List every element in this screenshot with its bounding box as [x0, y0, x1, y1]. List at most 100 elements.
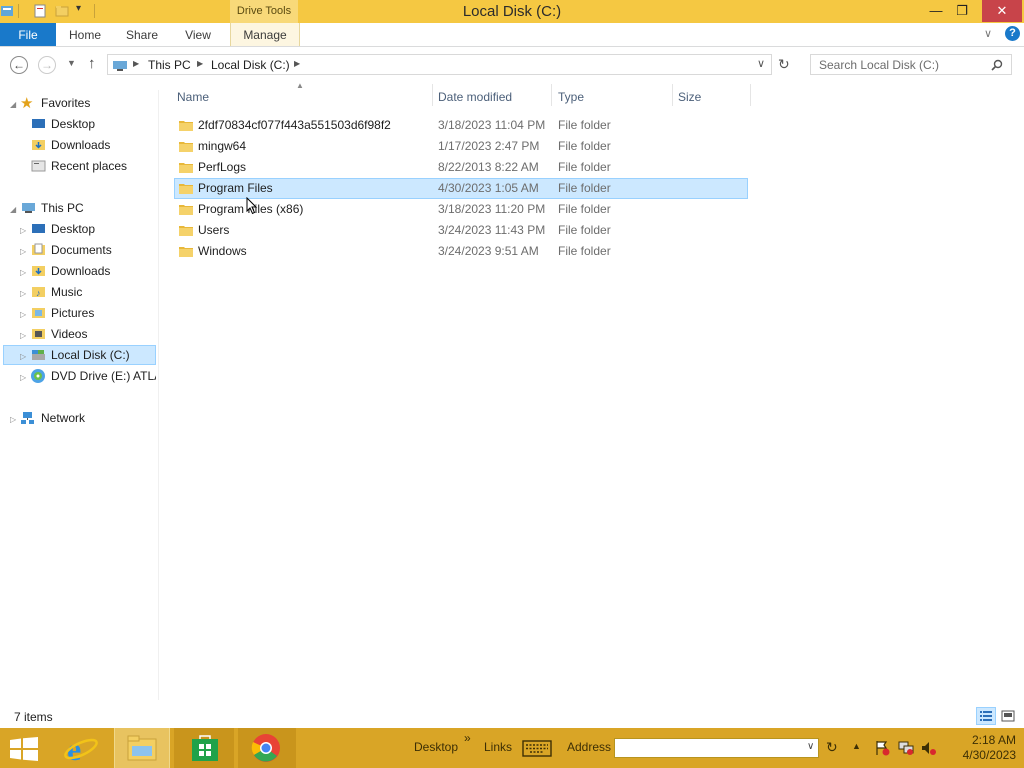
recent-locations-icon[interactable]: ▼	[67, 58, 76, 68]
taskbar-refresh-icon[interactable]: ↻	[826, 739, 838, 756]
collapsed-arrow-icon[interactable]: ▷	[20, 331, 26, 340]
collapsed-arrow-icon[interactable]: ▷	[20, 352, 26, 361]
collapsed-arrow-icon[interactable]: ▷	[20, 247, 26, 256]
column-header-type[interactable]: Type	[558, 90, 584, 105]
address-dropdown-icon[interactable]: ∨	[757, 57, 765, 70]
forward-button[interactable]: →	[38, 56, 56, 74]
tab-share[interactable]: Share	[114, 23, 170, 46]
clock-time: 2:18 AM	[971, 733, 1016, 747]
details-view-button[interactable]	[976, 707, 996, 725]
back-button[interactable]: ←	[10, 56, 28, 74]
minimize-button[interactable]: —	[922, 0, 950, 22]
show-hidden-icons-icon[interactable]: ▲	[852, 741, 861, 751]
file-type: File folder	[558, 202, 611, 216]
column-divider[interactable]	[432, 84, 433, 106]
close-button[interactable]: ✕	[982, 0, 1022, 22]
start-button-windows-icon[interactable]	[10, 737, 38, 761]
downloads-icon	[32, 266, 45, 276]
sidebar-pc-desktop[interactable]: Desktop	[51, 219, 95, 239]
tab-file[interactable]: File	[0, 23, 56, 46]
file-type: File folder	[558, 160, 611, 174]
sidebar-favorites[interactable]: Favorites	[41, 93, 90, 113]
window-title: Local Disk (C:)	[462, 3, 562, 20]
collapsed-arrow-icon[interactable]: ▷	[10, 415, 16, 424]
file-type: File folder	[558, 223, 611, 237]
sidebar-pc-downloads[interactable]: Downloads	[51, 261, 110, 281]
up-button[interactable]: ↑	[88, 55, 96, 72]
collapsed-arrow-icon[interactable]: ▷	[20, 268, 26, 277]
expand-arrow-icon[interactable]: ◢	[10, 205, 16, 214]
volume-muted-icon[interactable]	[921, 740, 937, 756]
folder-icon	[179, 247, 193, 257]
navigation-pane: ◢ ★ Favorites Desktop Downloads Recent p…	[0, 90, 159, 700]
file-row[interactable]: Program Files (x86) 3/18/2023 11:20 PM F…	[174, 199, 748, 220]
tab-manage[interactable]: Manage	[230, 23, 300, 46]
store-icon	[192, 735, 218, 761]
column-divider[interactable]	[750, 84, 751, 106]
column-header-size[interactable]: Size	[678, 90, 701, 105]
sidebar-favorites-downloads[interactable]: Downloads	[51, 135, 110, 155]
breadcrumb-this-pc[interactable]: This PC	[148, 58, 191, 72]
chevron-right-icon[interactable]: ▶	[133, 59, 139, 68]
taskbar-address-input[interactable]: ∨	[614, 738, 819, 758]
sidebar-pc-videos[interactable]: Videos	[51, 324, 87, 344]
sidebar-this-pc[interactable]: This PC	[41, 198, 84, 218]
sidebar-pc-local-disk[interactable]: Local Disk (C:)	[51, 345, 130, 365]
column-divider[interactable]	[551, 84, 552, 106]
restore-button[interactable]: ❐	[948, 0, 976, 22]
local-disk-icon	[32, 350, 45, 360]
chevron-right-icon[interactable]: ▶	[197, 59, 203, 68]
collapsed-arrow-icon[interactable]: ▷	[20, 373, 26, 382]
sidebar-pc-pictures[interactable]: Pictures	[51, 303, 94, 323]
tab-home[interactable]: Home	[56, 23, 114, 46]
chevron-down-icon[interactable]: ∨	[807, 741, 814, 752]
action-center-flag-icon[interactable]	[874, 740, 890, 756]
file-row[interactable]: PerfLogs 8/22/2013 8:22 AM File folder	[174, 157, 748, 178]
taskbar: e Desktop » Links Address ∨ ↻ ▲ 2:18 AM …	[0, 728, 1024, 768]
column-header-date-modified[interactable]: Date modified	[438, 90, 512, 105]
toolbar-chevron-icon[interactable]: »	[464, 731, 471, 745]
collapsed-arrow-icon[interactable]: ▷	[20, 310, 26, 319]
sidebar-favorites-recent-places[interactable]: Recent places	[51, 156, 127, 176]
taskbar-links-toolbar[interactable]: Links	[484, 740, 512, 754]
file-type: File folder	[558, 244, 611, 258]
file-row[interactable]: mingw64 1/17/2023 2:47 PM File folder	[174, 136, 748, 157]
sidebar-pc-dvd-drive[interactable]: DVD Drive (E:) ATLA	[51, 366, 156, 386]
file-row[interactable]: Users 3/24/2023 11:43 PM File folder	[174, 220, 748, 241]
taskbar-store[interactable]	[174, 728, 234, 768]
search-icon[interactable]	[991, 59, 1003, 71]
sort-ascending-icon: ▲	[296, 81, 304, 90]
taskbar-desktop-toolbar[interactable]: Desktop	[414, 740, 458, 754]
touch-keyboard-icon[interactable]	[522, 740, 552, 757]
collapsed-arrow-icon[interactable]: ▷	[20, 289, 26, 298]
star-icon: ★	[20, 95, 34, 112]
help-icon[interactable]: ?	[1005, 26, 1020, 41]
address-bar[interactable]: ▶ This PC ▶ Local Disk (C:) ▶ ∨	[107, 54, 772, 75]
sidebar-pc-music[interactable]: Music	[51, 282, 82, 302]
folder-icon	[179, 142, 193, 152]
file-row[interactable]: 2fdf70834cf077f443a551503d6f98f2 3/18/20…	[174, 115, 748, 136]
sidebar-favorites-desktop[interactable]: Desktop	[51, 114, 95, 134]
chevron-right-icon[interactable]: ▶	[294, 59, 300, 68]
taskbar-file-explorer[interactable]	[114, 728, 170, 768]
file-type: File folder	[558, 118, 611, 132]
system-clock[interactable]: 2:18 AM 4/30/2023	[944, 733, 1016, 763]
search-input[interactable]: Search Local Disk (C:)	[810, 54, 1012, 75]
tab-view[interactable]: View	[170, 23, 226, 46]
large-icons-view-icon[interactable]	[1001, 710, 1015, 722]
file-row-selected[interactable]: Program Files 4/30/2023 1:05 AM File fol…	[174, 178, 748, 199]
expand-arrow-icon[interactable]: ◢	[10, 100, 16, 109]
expand-ribbon-icon[interactable]: ∨	[984, 27, 992, 40]
taskbar-chrome[interactable]	[238, 728, 296, 768]
network-status-icon[interactable]	[898, 740, 914, 756]
collapsed-arrow-icon[interactable]: ▷	[20, 226, 26, 235]
sidebar-network[interactable]: Network	[41, 408, 85, 428]
refresh-icon[interactable]: ↻	[778, 56, 790, 73]
file-name: Users	[198, 223, 230, 237]
breadcrumb-local-disk[interactable]: Local Disk (C:)	[211, 58, 290, 72]
internet-explorer-icon[interactable]: e	[63, 731, 99, 765]
file-row[interactable]: Windows 3/24/2023 9:51 AM File folder	[174, 241, 748, 262]
column-header-name[interactable]: Name	[177, 90, 209, 105]
column-divider[interactable]	[672, 84, 673, 106]
sidebar-pc-documents[interactable]: Documents	[51, 240, 112, 260]
